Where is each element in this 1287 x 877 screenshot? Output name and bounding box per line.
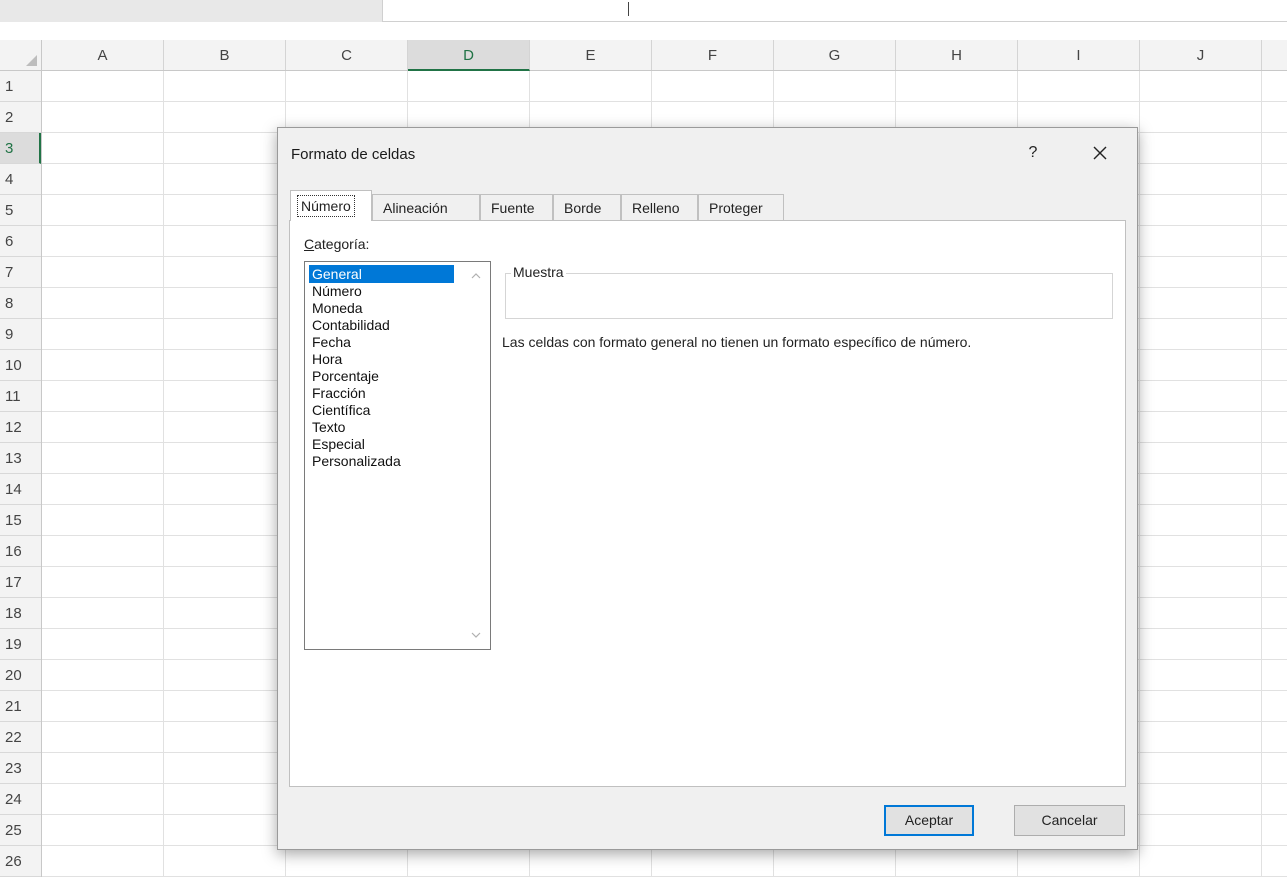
chevron-down-icon[interactable] [469, 628, 483, 642]
select-all-corner[interactable] [0, 40, 42, 70]
row-header[interactable]: 6 [0, 226, 41, 257]
category-item[interactable]: Moneda [309, 299, 366, 317]
sample-label: Muestra [511, 264, 566, 280]
formula-input[interactable] [382, 0, 1287, 22]
row-header[interactable]: 21 [0, 691, 41, 722]
tab-relleno[interactable]: Relleno [621, 194, 698, 220]
dialog-title: Formato de celdas [291, 146, 416, 163]
row-header[interactable]: 18 [0, 598, 41, 629]
cancel-button[interactable]: Cancelar [1014, 805, 1125, 836]
row-header[interactable]: 15 [0, 505, 41, 536]
row-header[interactable]: 25 [0, 815, 41, 846]
category-item[interactable]: Texto [309, 418, 348, 436]
column-header[interactable]: F [652, 40, 774, 70]
category-item[interactable]: Personalizada [309, 452, 404, 470]
tab-fuente[interactable]: Fuente [480, 194, 553, 220]
ok-button[interactable]: Aceptar [884, 805, 974, 836]
row-header[interactable]: 11 [0, 381, 41, 412]
category-item[interactable]: Número [309, 282, 365, 300]
row-header[interactable]: 14 [0, 474, 41, 505]
tab-label: Número [297, 195, 355, 217]
row-header[interactable]: 8 [0, 288, 41, 319]
text-caret [628, 2, 629, 16]
column-header[interactable]: J [1140, 40, 1262, 70]
row-header[interactable]: 5 [0, 195, 41, 226]
tab-borde[interactable]: Borde [553, 194, 621, 220]
close-icon [1093, 146, 1107, 160]
row-header[interactable]: 23 [0, 753, 41, 784]
tab-panel-numero: Categoría: General Número Moneda Contabi… [289, 220, 1126, 787]
column-header[interactable]: B [164, 40, 286, 70]
column-header[interactable]: E [530, 40, 652, 70]
column-header[interactable]: G [774, 40, 896, 70]
category-item[interactable]: Hora [309, 350, 345, 368]
category-item[interactable]: Contabilidad [309, 316, 393, 334]
column-header[interactable]: C [286, 40, 408, 70]
category-item[interactable]: Fracción [309, 384, 369, 402]
row-header-selected[interactable]: 3 [0, 133, 41, 164]
column-header-partial[interactable] [1262, 40, 1287, 70]
row-header[interactable]: 22 [0, 722, 41, 753]
column-header[interactable]: I [1018, 40, 1140, 70]
row-header[interactable]: 13 [0, 443, 41, 474]
column-header[interactable]: A [42, 40, 164, 70]
category-item[interactable]: Científica [309, 401, 373, 419]
category-item[interactable]: Especial [309, 435, 368, 453]
row-headers: 1 2 3 4 5 6 7 8 9 10 11 12 13 14 15 16 17 18 19 20 21 22 23 24 2… [0, 71, 42, 877]
row-header[interactable]: 10 [0, 350, 41, 381]
row-header[interactable]: 12 [0, 412, 41, 443]
row-header[interactable]: 1 [0, 71, 41, 102]
column-header-selected[interactable]: D [408, 40, 530, 71]
row-header[interactable]: 24 [0, 784, 41, 815]
category-item-selected[interactable]: General [309, 265, 454, 283]
row-header[interactable]: 19 [0, 629, 41, 660]
sample-box: Muestra [505, 264, 1113, 319]
tab-numero[interactable]: Número [290, 190, 372, 221]
row-header[interactable]: 4 [0, 164, 41, 195]
row-header[interactable]: 20 [0, 660, 41, 691]
help-button[interactable]: ? [1021, 140, 1045, 166]
chevron-up-icon[interactable] [469, 269, 483, 283]
category-item[interactable]: Fecha [309, 333, 354, 351]
format-cells-dialog: Formato de celdas ? Número Alineación Fu… [277, 127, 1138, 850]
row-header[interactable]: 7 [0, 257, 41, 288]
row-header[interactable]: 9 [0, 319, 41, 350]
row-header[interactable]: 2 [0, 102, 41, 133]
category-list[interactable]: General Número Moneda Contabilidad Fecha… [304, 261, 491, 650]
row-header[interactable]: 26 [0, 846, 41, 877]
formula-bar-area [0, 0, 1287, 40]
category-label: Categoría: [304, 236, 370, 252]
category-scrollbar[interactable] [463, 262, 490, 649]
name-box-area[interactable] [0, 0, 382, 22]
format-description: Las celdas con formato general no tienen… [502, 334, 972, 350]
tab-alineacion[interactable]: Alineación [372, 194, 480, 220]
close-button[interactable] [1085, 138, 1115, 168]
tab-proteger[interactable]: Proteger [698, 194, 784, 220]
row-header[interactable]: 16 [0, 536, 41, 567]
category-item[interactable]: Porcentaje [309, 367, 382, 385]
row-header[interactable]: 17 [0, 567, 41, 598]
column-headers: A B C D E F G H I J [0, 40, 1287, 71]
column-header[interactable]: H [896, 40, 1018, 70]
